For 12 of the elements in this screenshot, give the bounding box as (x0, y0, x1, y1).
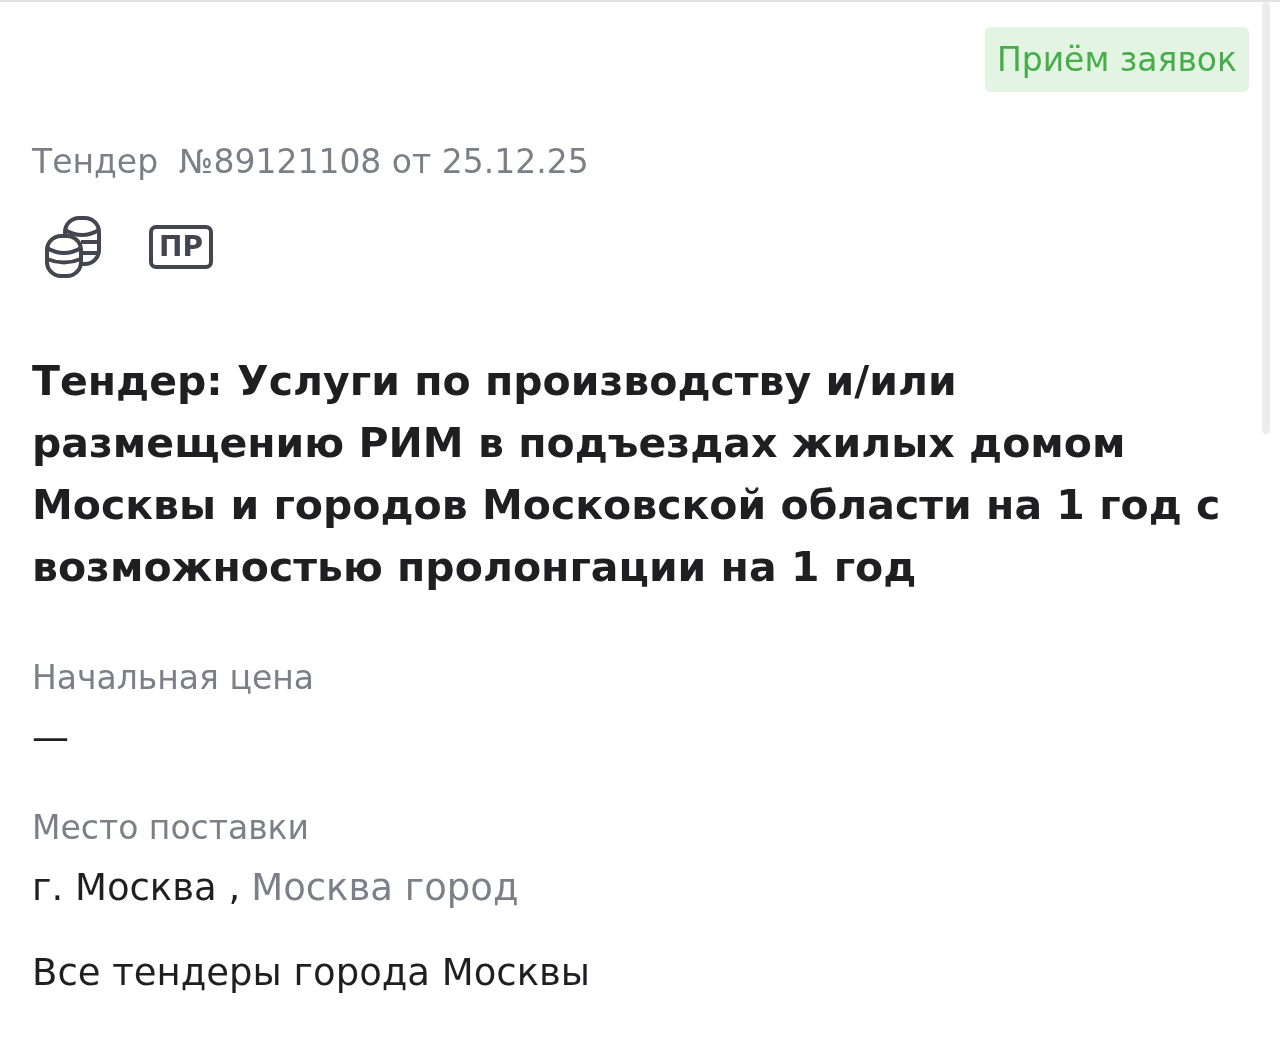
tender-number-date: Тендер №89121108 от 25.12.25 (32, 141, 590, 183)
all-city-tenders-link[interactable]: Все тендеры города Москвы (32, 951, 591, 995)
tender-title: Тендер: Услуги по производству и/или размещению РИМ в подъездах жилых домом Москвы и городов Московской области на 1 год с возможностью пролонгации на 1 год (32, 356, 1222, 593)
procedure-badge: ПР (149, 225, 213, 269)
field-value: г. Москва , (32, 866, 241, 910)
field-label: Место поставки (32, 807, 310, 849)
scrollbar[interactable] (1262, 2, 1270, 434)
region-link[interactable]: Москва город (251, 866, 519, 910)
coins-icon (45, 216, 101, 278)
field-value: — (32, 716, 69, 760)
field-label: Начальная цена (32, 657, 315, 699)
status-badge: Приём заявок (984, 27, 1249, 92)
